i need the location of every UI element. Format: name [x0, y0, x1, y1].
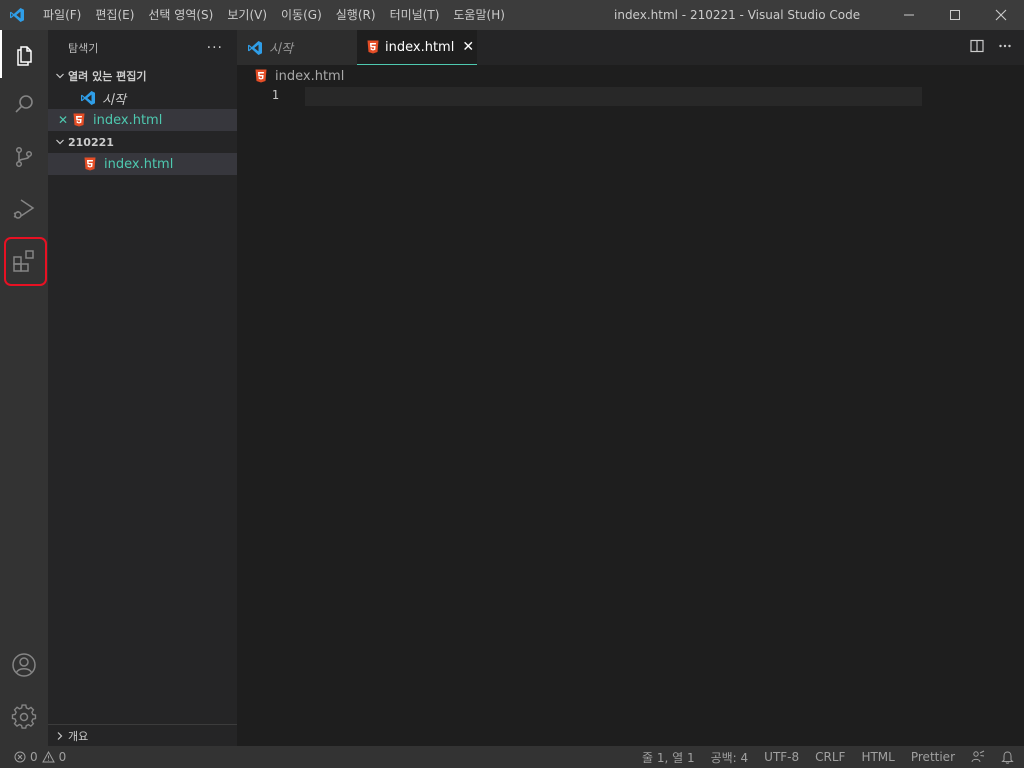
- tab-index-html[interactable]: index.html ✕: [357, 30, 477, 65]
- notifications-bell-icon[interactable]: [1001, 750, 1014, 764]
- vscode-icon: [247, 40, 263, 56]
- extensions-highlight-box: [4, 237, 47, 286]
- status-bar: 0 0 줄 1, 열 1 공백: 4 UTF-8 CRLF HTML Prett…: [0, 746, 1024, 768]
- open-editor-start[interactable]: 시작: [48, 87, 237, 109]
- code-line[interactable]: 1: [237, 87, 1024, 106]
- search-icon[interactable]: [0, 80, 48, 128]
- prettier-status[interactable]: Prettier: [911, 750, 955, 764]
- breadcrumb: index.html: [237, 65, 1024, 87]
- window-controls: [886, 0, 1024, 30]
- problems-indicator[interactable]: 0 0: [0, 750, 66, 764]
- close-icon[interactable]: [978, 0, 1024, 30]
- encoding[interactable]: UTF-8: [764, 750, 799, 764]
- explorer-title: 탐색기: [68, 41, 99, 55]
- tab-close-icon[interactable]: ✕: [462, 39, 474, 55]
- line-number: 1: [271, 88, 279, 102]
- tab-label: 시작: [269, 42, 293, 57]
- tab-bar: 시작 index.html ✕: [237, 30, 1024, 65]
- breadcrumb-file[interactable]: index.html: [275, 69, 344, 84]
- account-icon[interactable]: [0, 641, 48, 689]
- chevron-down-icon: [52, 134, 68, 150]
- current-line-highlight[interactable]: [305, 87, 922, 106]
- chevron-right-icon: [52, 728, 68, 744]
- html5-icon: [253, 68, 269, 84]
- editor-actions: [970, 30, 1012, 65]
- warning-count: 0: [58, 750, 67, 764]
- run-debug-icon[interactable]: [0, 185, 48, 233]
- editor-area: 시작 index.html ✕ index.html 1: [237, 30, 1024, 746]
- menu-edit[interactable]: 편집(E): [88, 0, 141, 30]
- minimize-icon[interactable]: [886, 0, 932, 30]
- outline-header[interactable]: 개요: [48, 724, 237, 746]
- indentation[interactable]: 공백: 4: [711, 749, 749, 766]
- error-count: 0: [30, 750, 38, 764]
- file-label: index.html: [104, 156, 174, 172]
- explorer-header: 탐색기 ···: [48, 30, 237, 65]
- folder-label: 210221: [68, 135, 114, 149]
- settings-gear-icon[interactable]: [0, 693, 48, 741]
- open-editor-label: index.html: [93, 112, 163, 128]
- menu-view[interactable]: 보기(V): [220, 0, 274, 30]
- title-bar: 파일(F) 편집(E) 선택 영역(S) 보기(V) 이동(G) 실행(R) 터…: [0, 0, 1024, 30]
- explorer-sidebar: 탐색기 ··· 열려 있는 편집기 시작 ✕ index.html 210221: [48, 30, 237, 746]
- open-editor-index-html[interactable]: ✕ index.html: [48, 109, 237, 131]
- menu-terminal[interactable]: 터미널(T): [383, 0, 447, 30]
- activity-bar: [0, 30, 48, 746]
- open-editor-label: 시작: [102, 92, 126, 108]
- menu-file[interactable]: 파일(F): [36, 0, 88, 30]
- open-editors-header[interactable]: 열려 있는 편집기: [48, 65, 237, 87]
- feedback-icon[interactable]: [971, 750, 985, 764]
- menu-run[interactable]: 실행(R): [329, 0, 383, 30]
- folder-header[interactable]: 210221: [48, 131, 237, 153]
- explorer-icon[interactable]: [0, 30, 48, 78]
- vscode-icon: [80, 90, 96, 106]
- end-of-line[interactable]: CRLF: [815, 750, 845, 764]
- split-editor-icon[interactable]: [970, 39, 984, 56]
- status-right: 줄 1, 열 1 공백: 4 UTF-8 CRLF HTML Prettier: [642, 746, 1014, 768]
- maximize-icon[interactable]: [932, 0, 978, 30]
- vscode-logo-icon: [0, 0, 34, 30]
- source-control-icon[interactable]: [0, 133, 48, 181]
- cursor-position[interactable]: 줄 1, 열 1: [642, 749, 695, 766]
- tab-label: index.html: [385, 39, 455, 55]
- menu-selection[interactable]: 선택 영역(S): [141, 0, 220, 30]
- window-title: index.html - 210221 - Visual Studio Code: [614, 8, 861, 22]
- outline-label: 개요: [68, 729, 89, 743]
- html5-icon: [71, 112, 87, 128]
- language-mode[interactable]: HTML: [861, 750, 894, 764]
- menu-help[interactable]: 도움말(H): [446, 0, 512, 30]
- html5-icon: [367, 39, 379, 55]
- more-actions-icon[interactable]: [998, 39, 1012, 56]
- warning-icon: [41, 751, 55, 763]
- file-index-html[interactable]: index.html: [48, 153, 237, 175]
- menu-bar: 파일(F) 편집(E) 선택 영역(S) 보기(V) 이동(G) 실행(R) 터…: [36, 0, 512, 30]
- more-actions-icon[interactable]: ···: [207, 40, 223, 56]
- chevron-down-icon: [52, 68, 68, 84]
- menu-go[interactable]: 이동(G): [274, 0, 329, 30]
- error-icon: [14, 751, 26, 763]
- close-editor-icon[interactable]: ✕: [48, 113, 68, 127]
- html5-icon: [82, 156, 98, 172]
- tab-start[interactable]: 시작: [237, 30, 357, 65]
- open-editors-label: 열려 있는 편집기: [68, 70, 147, 83]
